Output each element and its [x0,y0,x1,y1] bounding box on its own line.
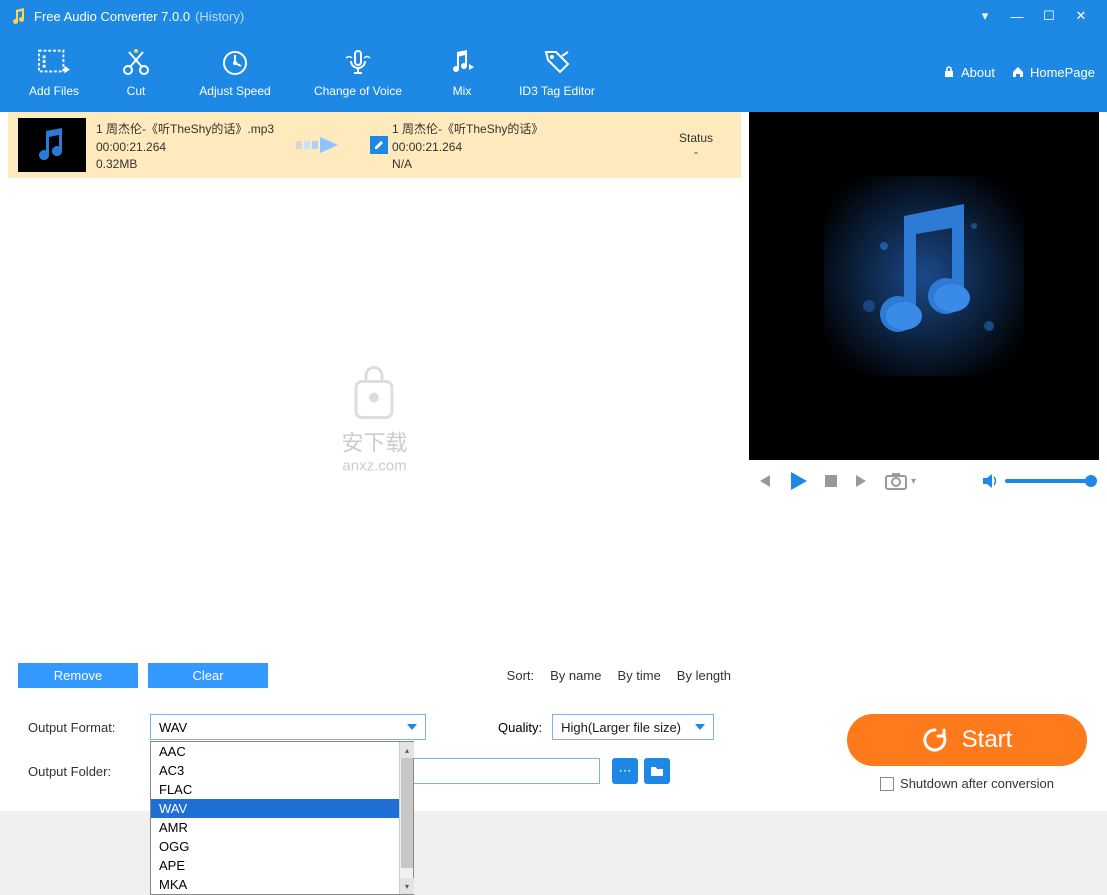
status-value: - [661,145,731,159]
open-folder-button[interactable] [644,758,670,784]
quality-value: High(Larger file size) [561,720,681,735]
change-voice-label: Change of Voice [314,84,402,98]
remove-button[interactable]: Remove [18,663,138,688]
lock-icon [942,65,956,79]
homepage-button[interactable]: HomePage [1011,65,1095,80]
refresh-icon [922,727,948,753]
file-list: 1 周杰伦-《听TheShy的话》.mp3 00:00:21.264 0.32M… [8,112,741,178]
output-format-label: Output Format: [28,720,138,735]
start-button[interactable]: Start [847,714,1087,766]
output-panel: Output Format: WAV AAC AC3 FLAC WAV AMR … [0,694,1107,811]
app-icon [10,7,28,25]
source-duration: 00:00:21.264 [96,140,274,154]
id3-editor-label: ID3 Tag Editor [519,84,595,98]
history-link[interactable]: (History) [195,9,244,24]
sort-by-name[interactable]: By name [550,668,601,683]
file-list-empty-area[interactable]: 安下载 anxz.com [8,178,741,657]
cut-button[interactable]: Cut [96,46,176,98]
scroll-up-button[interactable]: ▴ [400,742,414,758]
quality-select[interactable]: High(Larger file size) [552,714,714,740]
main-toolbar: Add Files Cut Adjust Speed Change of Voi… [0,32,1107,112]
add-files-label: Add Files [29,84,79,98]
file-item[interactable]: 1 周杰伦-《听TheShy的话》.mp3 00:00:21.264 0.32M… [8,112,741,178]
mix-label: Mix [453,84,472,98]
cut-label: Cut [127,84,146,98]
preview-panel [749,112,1099,460]
list-actions-bar: Remove Clear Sort: By name By time By le… [8,657,741,694]
format-option[interactable]: AAC [151,742,413,761]
output-format-select[interactable]: WAV AAC AC3 FLAC WAV AMR OGG APE MKA ▴ [150,714,426,740]
chevron-down-icon [407,724,417,730]
add-files-button[interactable]: Add Files [12,46,96,98]
format-option[interactable]: OGG [151,837,413,856]
adjust-speed-button[interactable]: Adjust Speed [176,46,294,98]
change-voice-button[interactable]: Change of Voice [294,46,422,98]
edit-icon[interactable] [370,136,388,154]
mix-icon [446,46,478,78]
quality-label: Quality: [498,720,542,735]
clear-button[interactable]: Clear [148,663,268,688]
chevron-down-icon [695,724,705,730]
maximize-button[interactable]: ☐ [1033,4,1065,28]
app-window: Free Audio Converter 7.0.0 (History) ▾ —… [0,0,1107,811]
file-thumbnail [18,118,86,172]
shutdown-label: Shutdown after conversion [900,776,1054,791]
source-filename: 1 周杰伦-《听TheShy的话》.mp3 [96,120,274,137]
id3-editor-button[interactable]: ID3 Tag Editor [502,46,612,98]
speed-icon [219,46,251,78]
sort-by-time[interactable]: By time [617,668,660,683]
output-format-dropdown: AAC AC3 FLAC WAV AMR OGG APE MKA ▴ ▾ [150,741,414,895]
target-format: N/A [392,157,543,171]
scroll-down-button[interactable]: ▾ [400,878,414,894]
format-option[interactable]: APE [151,856,413,875]
format-option-selected[interactable]: WAV [151,799,413,818]
format-option[interactable]: MKA [151,875,413,894]
snapshot-chevron-icon[interactable]: ▾ [911,476,916,487]
convert-arrow-icon [294,131,350,159]
format-option[interactable]: AC3 [151,761,413,780]
cut-icon [120,46,152,78]
volume-slider[interactable] [1005,479,1093,483]
add-files-icon [38,46,70,78]
player-controls: ▾ [741,460,1107,502]
voice-icon [342,46,374,78]
status-header: Status [661,131,731,145]
snapshot-button[interactable] [885,472,907,490]
titlebar: Free Audio Converter 7.0.0 (History) ▾ —… [0,0,1107,32]
about-label: About [961,65,995,80]
minimize-button[interactable]: — [1001,4,1033,28]
preview-artwork [824,176,1024,376]
source-size: 0.32MB [96,157,274,171]
about-button[interactable]: About [942,65,995,80]
output-folder-label: Output Folder: [28,764,138,779]
dropdown-scrollbar[interactable]: ▴ ▾ [399,742,413,894]
homepage-label: HomePage [1030,65,1095,80]
format-option[interactable]: AMR [151,818,413,837]
start-label: Start [962,726,1013,754]
stop-button[interactable] [823,473,839,489]
format-option[interactable]: FLAC [151,780,413,799]
more-options-button[interactable]: ⋯ [612,758,638,784]
watermark-text1: 安下载 [341,425,407,457]
adjust-speed-label: Adjust Speed [199,84,270,98]
tag-icon [541,46,573,78]
target-duration: 00:00:21.264 [392,140,543,154]
watermark: 安下载 anxz.com [341,361,407,474]
play-button[interactable] [787,470,809,492]
target-filename: 1 周杰伦-《听TheShy的话》 [392,120,543,137]
sort-label: Sort: [507,668,534,683]
shutdown-checkbox[interactable] [880,777,894,791]
watermark-text2: anxz.com [341,457,407,474]
next-button[interactable] [853,472,871,490]
output-format-value: WAV [159,720,187,735]
sort-by-length[interactable]: By length [677,668,731,683]
close-button[interactable]: ✕ [1065,4,1097,28]
app-title: Free Audio Converter 7.0.0 [34,9,190,24]
scroll-thumb[interactable] [401,758,413,868]
home-icon [1011,65,1025,79]
prev-button[interactable] [755,472,773,490]
dropdown-button[interactable]: ▾ [969,4,1001,28]
volume-icon[interactable] [981,472,999,490]
mix-button[interactable]: Mix [422,46,502,98]
